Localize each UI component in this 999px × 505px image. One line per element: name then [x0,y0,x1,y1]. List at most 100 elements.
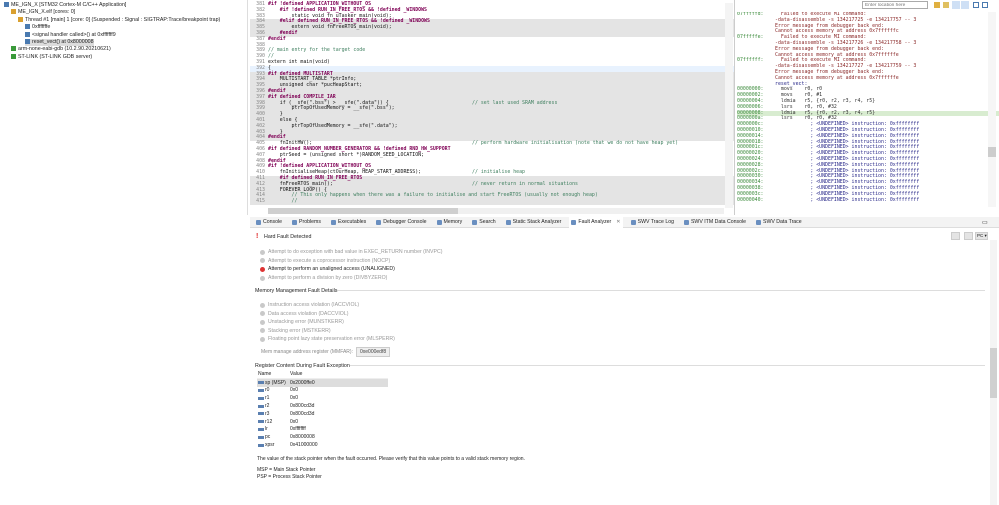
debug-tree-item[interactable]: ME_IGN_X.elf [cores: 0] [11,9,75,16]
value-column-header[interactable]: Value [290,371,302,377]
mmfar-value: 0xe000edf8 [355,347,391,357]
name-column-header[interactable]: Name [257,371,290,377]
show-source-icon[interactable] [952,1,960,9]
register-table: Name Value sp (MSP) 0x2000ffe0 r0 0x0 r1 0x0 r2… [257,371,388,449]
stack-analyzer-icon [505,219,511,225]
register-row[interactable]: sp (MSP) 0x2000ffe0 [257,378,388,387]
debug-tree-item[interactable]: ST-LINK (ST-LINK GDB server) [11,53,92,61]
pc-select[interactable]: PC ▾ [975,232,988,240]
register-row[interactable]: r3 0x800cd3d [257,410,388,418]
itm-console-icon [683,219,689,225]
stack-frame-icon [25,24,30,30]
register-row[interactable]: r12 0x0 [257,418,388,426]
fault-inactive-icon [260,336,265,342]
mm-fault-item: Instruction access violation (IACCVIOL) [260,302,359,308]
hard-fault-icon: ! [256,233,259,240]
debug-tree-item[interactable]: arm-none-eabi-gdb (10.2.90.20210621) [11,46,111,53]
debug-tree-item[interactable]: ME_IGN_X [STM32 Cortex-M C/C++ Applicati… [4,2,126,9]
code-text: ptrTopOfUsedMemory = __sfe(".bss"); [268,105,395,112]
minimize-icon[interactable]: ▭ [982,219,988,226]
data-trace-icon [756,219,762,225]
register-name: r0 [265,387,270,394]
register-name: r2 [265,403,270,410]
debug-tree-item[interactable]: reset_vect() at 0x8000008 [25,39,94,46]
fault-inactive-icon [260,302,265,308]
tab-problems[interactable]: Problems [290,217,323,228]
line-number: 415 [256,198,265,205]
gdb-icon [11,46,16,52]
mm-fault-item: Stacking error (MSTKERR) [260,328,331,334]
show-symbols-icon[interactable] [961,1,969,9]
tab-swv-data-trace[interactable]: SWV Data Trace [754,217,804,228]
code-text: // [268,198,298,205]
register-row[interactable]: lr 0xffffffff [257,426,388,434]
code-text: ptrTopOfUsedMemory = __sfe(".data"); [268,122,398,129]
fault-inactive-icon [260,275,265,281]
location-input[interactable] [862,1,928,9]
tab-executables[interactable]: Executables [329,217,368,228]
debugger-console-icon [376,219,382,225]
register-value: 0x0 [290,387,299,394]
maximize-icon[interactable] [973,2,979,8]
register-name: pc [265,434,271,441]
tab-memory[interactable]: Memory [435,217,465,228]
link-editor-icon[interactable] [934,2,940,8]
editor-vertical-scrollbar[interactable] [725,3,733,208]
gdb-server-icon [11,53,16,59]
register-icon [258,412,264,416]
address: 00000040: [737,196,764,203]
tab-console[interactable]: Console [254,217,284,228]
register-icon [258,427,264,431]
fault-inactive-icon [260,319,265,325]
tab-fault-analyzer[interactable]: Fault Analyzer ✕ [569,216,623,228]
disassembly-view: 07fffffd: Failed to execute MI command:-… [737,0,999,215]
debug-view: ME_IGN_X [STM32 Cortex-M C/C++ Applicati… [0,0,248,215]
register-row[interactable]: r0 0x0 [257,387,388,395]
executables-icon [330,219,336,225]
debug-tree-item[interactable]: <signal handler called>() at 0xfffffff9 [25,31,116,39]
console-icon [256,219,261,225]
refresh-icon[interactable] [951,232,960,240]
tab-debugger-console[interactable]: Debugger Console [374,217,428,228]
open-editor-icon[interactable] [964,232,973,240]
fault-inactive-icon [260,249,265,255]
stack-frame-icon [25,31,30,37]
tab-swv-trace-log[interactable]: SWV Trace Log [629,217,676,228]
fault-panel-scrollbar[interactable] [990,240,997,505]
register-icon [258,435,264,439]
tab-search[interactable]: Search [470,217,497,228]
process-icon [11,9,16,15]
editor-horizontal-scrollbar[interactable] [268,208,724,214]
msp-note: MSP = Main Stack Pointer [257,467,316,473]
code-text: ptrSeed = (unsigned short *)RANDOM_SEED_… [268,151,425,158]
register-icon [258,420,264,424]
new-view-icon[interactable] [982,2,988,8]
code-line[interactable]: 415 // [250,198,734,205]
register-icon [258,404,264,408]
usage-fault-item: Attempt to do exception with bad value i… [260,249,442,255]
usage-fault-item: Attempt to perform an unaligned access (… [260,266,395,272]
problems-icon [292,219,298,225]
register-icon [258,443,264,447]
register-row[interactable]: r1 0x0 [257,394,388,402]
mm-fault-item: Data access violation (DACCVIOL) [260,311,348,317]
close-tab-icon[interactable]: ✕ [616,219,620,225]
tab-static-stack-analyzer[interactable]: Static Stack Analyzer [504,217,564,228]
search-icon [472,219,478,225]
trace-log-icon [630,219,636,225]
mmfar-label: Mem manage address register (MMFAR): [261,349,353,355]
fault-active-icon [260,266,265,272]
usage-fault-item: Attempt to perform a division by zero (D… [260,275,387,281]
debug-tree-item[interactable]: Thread #1 [main] 1 [core: 0] (Suspended … [18,16,220,24]
register-row[interactable]: xpsr 0x41000000 [257,441,388,449]
disassembly-line[interactable]: 00000040: ; <UNDEFINED> instruction: 0xf… [737,196,999,204]
home-icon[interactable] [943,2,949,8]
tab-swv-itm-data-console[interactable]: SWV ITM Data Console [682,217,748,228]
register-row[interactable]: r2 0x800cd3d [257,402,388,410]
code-editor[interactable]: 381 #if !defined APPLICATION_WITHOUT_OS 38… [250,0,735,215]
register-value: 0x800cd3d [290,410,315,417]
register-row[interactable]: pc 0x8000008 [257,433,388,441]
debug-tree-item[interactable]: 0xfffffffe [25,24,50,31]
disassembly-scrollbar[interactable] [988,12,996,207]
fault-inactive-icon [260,311,265,317]
